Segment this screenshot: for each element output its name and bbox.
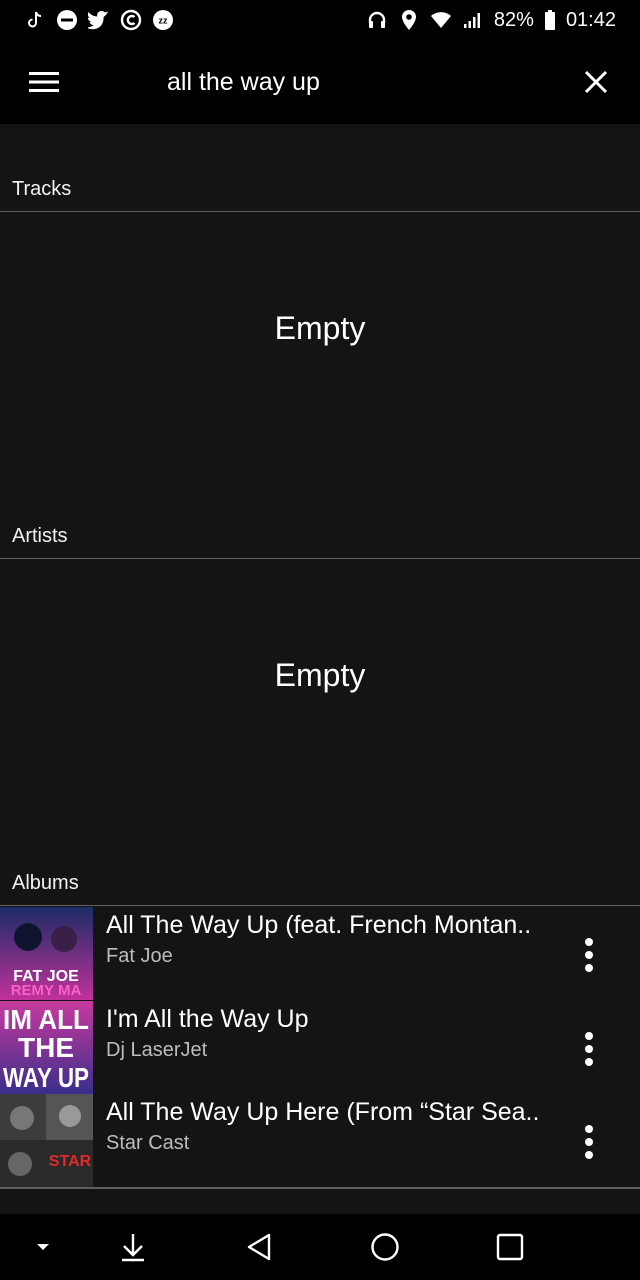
clear-search-button[interactable] (576, 62, 616, 102)
more-options-button[interactable] (572, 935, 606, 975)
more-options-button[interactable] (572, 1029, 606, 1069)
tracks-section-title: Tracks (12, 178, 72, 200)
album-art-text: REMY MA (11, 982, 82, 999)
chat-c-icon (120, 9, 142, 31)
artists-empty-label: Empty (274, 657, 366, 693)
recents-button[interactable] (490, 1227, 530, 1267)
battery-percent: 82% (493, 8, 534, 31)
status-bar-system: 82% 01:42 (366, 9, 616, 32)
tiktok-icon (24, 9, 46, 31)
album-row[interactable]: IM ALL THE WAY UP I'm All the Way Up Dj … (0, 1001, 640, 1094)
tracks-section-header: Tracks (0, 168, 640, 212)
search-input[interactable] (150, 60, 550, 104)
album-art: STAR (0, 1094, 93, 1187)
list-divider (0, 1187, 640, 1189)
album-art: IM ALL THE WAY UP (0, 1001, 93, 1094)
search-toolbar (0, 40, 640, 124)
chevron-down-icon (37, 1244, 49, 1250)
album-title: I'm All the Way Up (106, 1005, 309, 1033)
twitter-icon (88, 9, 110, 31)
download-arrow-icon (122, 1234, 144, 1262)
album-artist: Dj LaserJet (106, 1039, 208, 1061)
more-options-button[interactable] (572, 1122, 606, 1162)
album-art-text: IM ALL (3, 1004, 89, 1035)
download-button[interactable] (113, 1227, 153, 1267)
status-bar-notifications: zz (24, 9, 174, 31)
artists-section-header: Artists (0, 515, 640, 559)
navigation-bar (0, 1214, 640, 1280)
hamburger-menu-icon (29, 72, 59, 92)
tracks-empty-label: Empty (274, 310, 366, 346)
close-icon (584, 70, 608, 94)
home-button[interactable] (365, 1227, 405, 1267)
artists-section-title: Artists (12, 525, 68, 547)
album-art-text: THE (18, 1032, 74, 1063)
album-artist: Fat Joe (106, 945, 173, 967)
menu-button[interactable] (24, 64, 64, 100)
album-row[interactable]: STAR All The Way Up Here (From “Star Sea… (0, 1094, 640, 1187)
album-title: All The Way Up (feat. French Montan.. (106, 911, 532, 939)
minus-circle-icon (56, 9, 78, 31)
hide-nav-button[interactable] (23, 1227, 63, 1267)
recents-square-icon (496, 1233, 524, 1261)
album-artist: Star Cast (106, 1132, 190, 1154)
album-art: FAT JOE REMY MA (0, 907, 93, 1000)
wifi-icon (430, 9, 452, 31)
clock: 01:42 (565, 8, 616, 31)
status-bar: zz 82% 01:42 (0, 0, 640, 40)
back-triangle-icon (247, 1233, 271, 1261)
headphones-icon (366, 9, 388, 31)
album-art-text: WAY UP (3, 1062, 89, 1093)
zz-icon: zz (152, 9, 174, 31)
svg-text:zz: zz (159, 16, 169, 26)
home-circle-icon (371, 1233, 399, 1261)
back-button[interactable] (239, 1227, 279, 1267)
albums-section-header: Albums (0, 862, 640, 906)
location-pin-icon (398, 9, 420, 31)
albums-section-title: Albums (12, 872, 79, 894)
album-art-text: STAR (49, 1153, 92, 1170)
battery-icon (544, 9, 556, 31)
album-row[interactable]: FAT JOE REMY MA All The Way Up (feat. Fr… (0, 907, 640, 1000)
album-title: All The Way Up Here (From “Star Sea.. (106, 1098, 540, 1126)
signal-icon (462, 9, 484, 31)
